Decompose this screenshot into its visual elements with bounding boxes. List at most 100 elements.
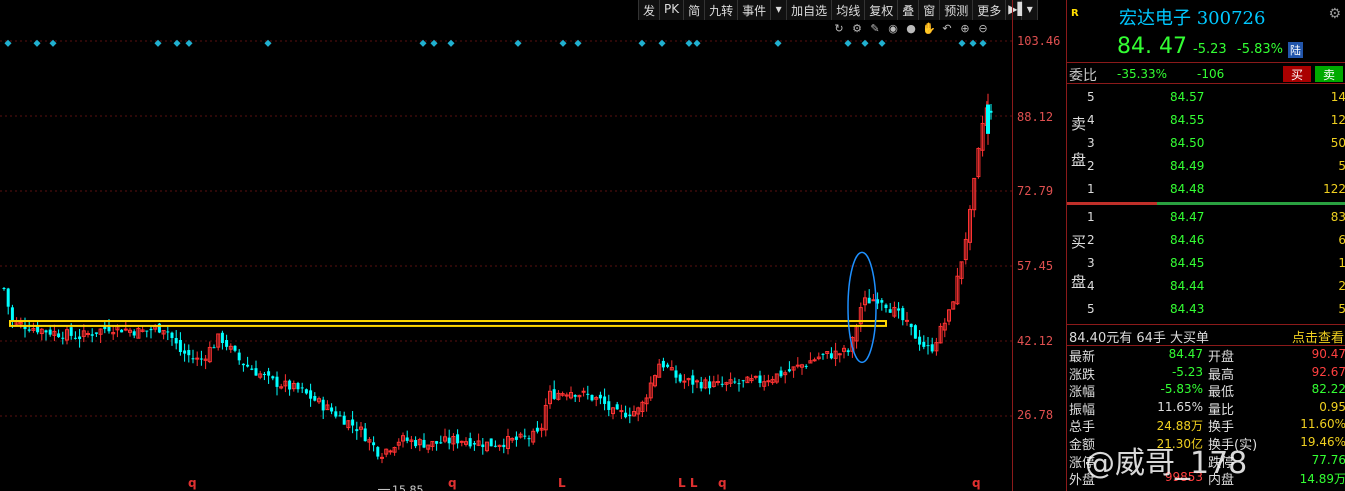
candle-body xyxy=(199,358,203,360)
bid-level-row[interactable]: 4 84.44 2 xyxy=(1067,275,1345,297)
bid-level: 3 xyxy=(1087,256,1095,270)
candle-body xyxy=(514,436,518,440)
toolbar-item[interactable]: 简 xyxy=(684,0,706,20)
toolbar-item[interactable]: 预测 xyxy=(940,0,974,20)
toolbar-item[interactable]: 更多 xyxy=(973,0,1007,20)
ask-level-row[interactable]: 4 84.55 12 xyxy=(1067,109,1345,131)
order-ratio-pct: -35.33% xyxy=(1117,67,1168,81)
eye-icon[interactable]: ◉ xyxy=(886,22,900,36)
candle-body xyxy=(590,394,594,401)
buy-button[interactable]: 买 xyxy=(1283,66,1311,82)
stock-title: 宏达电子 300726 xyxy=(1119,8,1266,29)
toolbar-item[interactable]: PK xyxy=(660,0,685,20)
candle-body xyxy=(123,328,128,331)
ask-level: 4 xyxy=(1087,113,1095,127)
toolbar-item[interactable]: 叠 xyxy=(898,0,920,20)
toolbar-item[interactable]: 发 xyxy=(639,0,661,20)
stat-value: -5.83% xyxy=(1160,382,1203,397)
ask-level-row[interactable]: 2 84.49 5 xyxy=(1067,155,1345,177)
candle-body xyxy=(699,382,703,389)
hand-icon[interactable]: ✋ xyxy=(922,22,936,36)
toolbar-item[interactable]: 复权 xyxy=(865,0,899,20)
stat-value: -5.23 xyxy=(1171,364,1203,379)
candle-body xyxy=(913,325,917,339)
back-icon[interactable]: ↶ xyxy=(940,22,954,36)
candlestick-chart[interactable]: 15.85 xyxy=(0,0,1012,491)
candle-body xyxy=(682,380,687,383)
candle-body xyxy=(447,437,451,444)
candle-body xyxy=(250,368,254,370)
bid-level-row[interactable]: 5 84.43 5 xyxy=(1067,298,1345,320)
price-axis-label: 26.78 xyxy=(1017,408,1054,422)
big-order-link[interactable]: 点击查看 xyxy=(1292,327,1344,346)
support-line xyxy=(9,320,887,327)
zoom-in-icon[interactable]: ⊕ xyxy=(958,22,972,36)
candle-body xyxy=(905,319,909,322)
bid-price: 84.44 xyxy=(1170,279,1205,293)
toolbar-item[interactable]: 窗 xyxy=(919,0,941,20)
stat-label: 最低 xyxy=(1208,385,1235,401)
bid-price: 84.43 xyxy=(1170,302,1205,316)
bid-level-row[interactable]: 2 84.46 6 xyxy=(1067,229,1345,251)
bid-price: 84.45 xyxy=(1170,256,1205,270)
record-icon[interactable]: ● xyxy=(904,22,918,36)
ask-level: 1 xyxy=(1087,182,1095,196)
toolbar-item[interactable]: 加自选 xyxy=(787,0,833,20)
ask-volume: 50 xyxy=(1330,136,1345,150)
candle-body xyxy=(737,383,741,385)
stat-value: 19.46% xyxy=(1300,434,1345,449)
candle-body xyxy=(237,352,241,361)
candle-body xyxy=(57,333,61,338)
ask-level: 5 xyxy=(1087,90,1095,104)
ask-level-row[interactable]: 5 84.57 14 xyxy=(1067,86,1345,108)
candle-body xyxy=(502,444,506,448)
refresh-icon[interactable]: ↻ xyxy=(832,22,846,36)
candle-body xyxy=(666,364,670,367)
order-ratio-diff: -106 xyxy=(1197,67,1225,81)
candle-body xyxy=(355,429,359,432)
toolbar-item[interactable]: 九转 xyxy=(705,0,739,20)
ask-volume: 12 xyxy=(1330,113,1345,127)
candle-body xyxy=(795,364,800,367)
zoom-out-icon[interactable]: ⊖ xyxy=(976,22,990,36)
candle-body xyxy=(880,300,884,303)
toolbar-item[interactable]: 均线 xyxy=(832,0,866,20)
candle-body xyxy=(552,389,556,399)
stat-value: 0.95 xyxy=(1319,399,1345,414)
candle-body xyxy=(170,332,174,339)
candle-body xyxy=(674,370,678,378)
gear-icon[interactable]: ⚙ xyxy=(1328,6,1341,22)
candle-body xyxy=(523,435,527,437)
signal-marker: L L xyxy=(678,476,698,490)
candle-body xyxy=(720,383,724,385)
bid-level-row[interactable]: 3 84.45 1 xyxy=(1067,252,1345,274)
price-axis: 103.46 88.12 72.79 57.45 42.12 26.78 xyxy=(1012,0,1066,491)
bid-volume: 6 xyxy=(1338,233,1345,247)
bid-volume: 1 xyxy=(1338,256,1345,270)
toolbar-item[interactable]: 事件 xyxy=(738,0,772,20)
candle-body xyxy=(922,341,926,347)
bid-level-row[interactable]: 1 84.47 83 xyxy=(1067,206,1345,228)
stat-value: 84.47 xyxy=(1168,347,1203,361)
ask-level-row[interactable]: 1 84.48 122 xyxy=(1067,178,1345,200)
candle-body xyxy=(884,304,888,309)
dropdown-icon[interactable]: ▾ xyxy=(771,0,788,20)
signal-marker: q xyxy=(188,476,197,490)
ask-volume: 5 xyxy=(1338,159,1345,173)
candle-body xyxy=(94,332,98,334)
candle-body xyxy=(758,375,762,383)
brush-icon[interactable]: ✎ xyxy=(868,22,882,36)
candle-body xyxy=(2,288,6,290)
kline-chart-area[interactable]: 15.85 ↻ ⚙ ✎ ◉ ● ✋ ↶ ⊕ ⊖ q q L L L q q xyxy=(0,0,1015,491)
settings-icon[interactable]: ⚙ xyxy=(850,22,864,36)
candle-body xyxy=(225,340,229,347)
price-axis-label: 103.46 xyxy=(1017,34,1061,48)
stats-row: 涨跌 -5.23 最高 92.67 xyxy=(1067,364,1345,383)
candle-body xyxy=(178,339,182,352)
bid-volume: 2 xyxy=(1338,279,1345,293)
candle-body xyxy=(338,415,342,417)
event-diamond xyxy=(861,39,869,47)
bid-level: 4 xyxy=(1087,279,1095,293)
sell-button[interactable]: 卖 xyxy=(1315,66,1343,82)
ask-level-row[interactable]: 3 84.50 50 xyxy=(1067,132,1345,154)
